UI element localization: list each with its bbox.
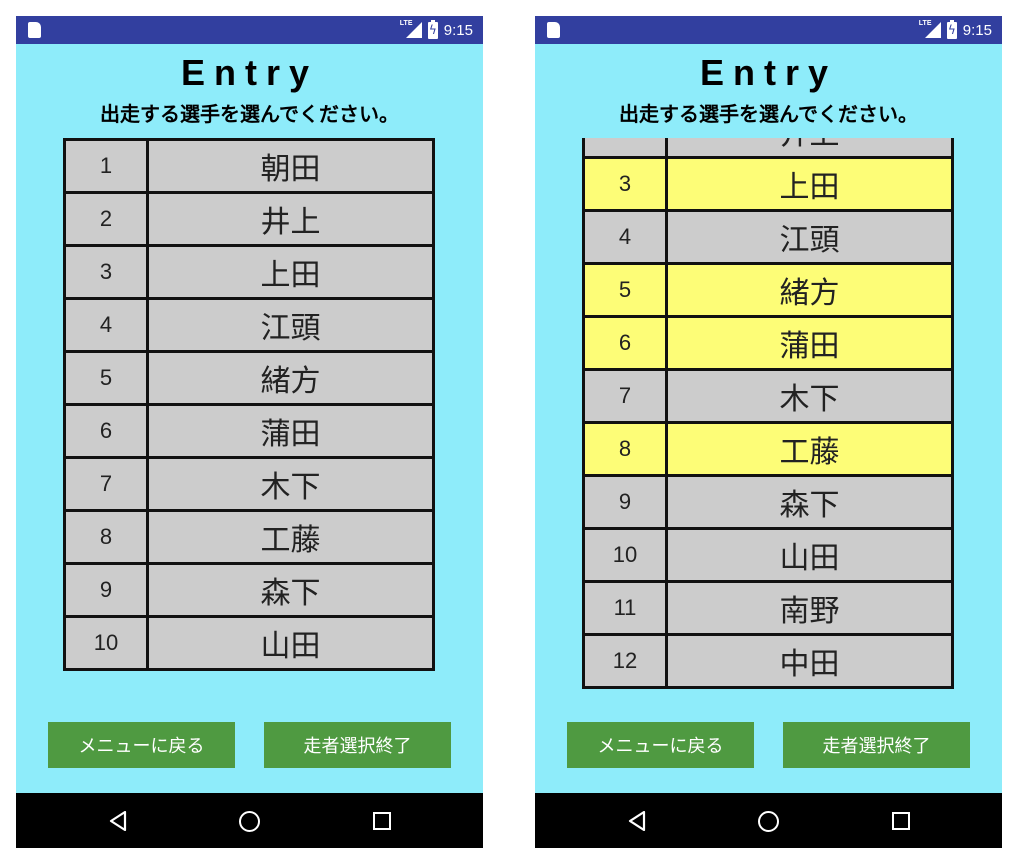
runner-row[interactable]: 7 木下 [582,368,954,424]
runner-row-selected[interactable]: 5 緒方 [582,262,954,318]
back-icon[interactable] [628,811,646,831]
runner-row-selected[interactable]: 3 上田 [582,156,954,212]
runner-row[interactable]: 7 木下 [63,456,435,512]
runner-name: 江頭 [779,223,840,258]
finish-selection-button[interactable]: 走者選択終了 [264,722,451,768]
runner-name: 南野 [779,594,840,629]
phone-screen-right: LTE 9:15 Entry 出走する選手を選んでください。 2井上 3 上田 4… [535,16,1002,848]
back-to-menu-button[interactable]: メニューに戻る [567,722,754,768]
runner-row[interactable]: 2 井上 [63,191,435,247]
runner-number: 8 [585,424,668,474]
runner-row[interactable]: 9 森下 [582,474,954,530]
runner-name: 上田 [260,258,321,293]
runner-number: 2 [585,138,668,156]
runner-name: 蒲田 [779,329,840,364]
battery-charging-icon [946,19,957,39]
lte-signal-icon: LTE [919,20,941,39]
runner-row[interactable]: 2井上 [582,138,954,159]
runner-number: 10 [66,618,149,668]
runner-row[interactable]: 10 山田 [63,615,435,671]
page-subtitle: 出走する選手を選んでください。 [619,102,918,126]
recent-apps-icon[interactable] [892,812,910,830]
runner-row[interactable]: 9 森下 [63,562,435,618]
runner-name: 山田 [260,629,321,664]
runner-name: 森下 [260,576,321,611]
home-icon[interactable] [758,811,779,832]
runner-row[interactable]: 4 江頭 [63,297,435,353]
runner-number: 3 [585,159,668,209]
back-to-menu-button[interactable]: メニューに戻る [48,722,235,768]
runner-name: 緒方 [260,364,321,399]
runner-number: 5 [585,265,668,315]
runner-name: 上田 [779,170,840,205]
runner-number: 3 [66,247,149,297]
runner-number: 9 [66,565,149,615]
runner-name: 森下 [779,488,840,523]
phone-screen-left: LTE 9:15 Entry 出走する選手を選んでください。 1 朝田 2 井上 3… [16,16,483,848]
runner-number: 4 [66,300,149,350]
runner-name: 江頭 [260,311,321,346]
runner-number: 6 [66,406,149,456]
runner-name: 中田 [779,647,840,682]
runner-name: 工藤 [779,435,840,470]
runner-number: 2 [66,194,149,244]
runner-number: 10 [585,530,668,580]
navigation-bar [535,793,1002,848]
back-icon[interactable] [109,811,127,831]
runner-row-selected[interactable]: 6 蒲田 [582,315,954,371]
status-bar: LTE 9:15 [535,16,1002,44]
lte-signal-icon: LTE [400,20,422,39]
runner-name: 木下 [779,382,840,417]
runner-name: 緒方 [779,276,840,311]
runner-row[interactable]: 12 中田 [582,633,954,689]
runner-number: 11 [585,583,668,633]
runner-number: 1 [66,141,149,191]
finish-selection-button[interactable]: 走者選択終了 [783,722,970,768]
status-bar: LTE 9:15 [16,16,483,44]
sd-card-icon [28,22,41,38]
battery-charging-icon [427,19,438,39]
runner-number: 7 [585,371,668,421]
runner-row[interactable]: 6 蒲田 [63,403,435,459]
runner-row[interactable]: 4 江頭 [582,209,954,265]
runner-name: 井上 [260,205,321,240]
status-time: 9:15 [962,21,992,39]
page-title: Entry [699,52,838,93]
runner-name: 蒲田 [260,417,321,452]
runner-row[interactable]: 3 上田 [63,244,435,300]
runner-row-selected[interactable]: 8 工藤 [582,421,954,477]
runner-row[interactable]: 5 緒方 [63,350,435,406]
home-icon[interactable] [239,811,260,832]
runner-number: 9 [585,477,668,527]
runner-number: 5 [66,353,149,403]
sd-card-icon [547,22,560,38]
runner-row[interactable]: 11 南野 [582,580,954,636]
page-subtitle: 出走する選手を選んでください。 [100,102,399,126]
runner-name: 井上 [668,138,951,156]
runner-number: 4 [585,212,668,262]
runner-number: 7 [66,459,149,509]
runner-number: 6 [585,318,668,368]
runner-name: 工藤 [260,523,321,558]
runner-row[interactable]: 8 工藤 [63,509,435,565]
runner-name: 朝田 [260,152,321,187]
runner-number: 8 [66,512,149,562]
recent-apps-icon[interactable] [373,812,391,830]
runner-number: 12 [585,636,668,686]
runner-list[interactable]: 1 朝田 2 井上 3 上田 4 江頭 5 緒方 6 蒲田 7 木下 8 工藤 9 森下 10 山田 [63,138,435,698]
runner-row[interactable]: 10 山田 [582,527,954,583]
runner-name: 木下 [260,470,321,505]
status-time: 9:15 [443,21,473,39]
runner-name: 山田 [779,541,840,576]
page-title: Entry [180,52,319,93]
runner-row[interactable]: 1 朝田 [63,138,435,194]
navigation-bar [16,793,483,848]
runner-list[interactable]: 2井上 3 上田 4 江頭 5 緒方 6 蒲田 7 木下 8 工藤 9 森下 10 山田 11 南… [582,138,954,698]
